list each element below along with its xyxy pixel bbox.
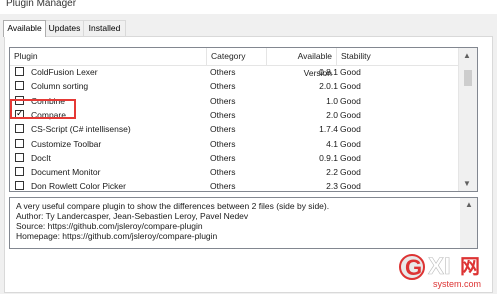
tab-installed[interactable]: Installed [83,20,126,36]
svg-text:网: 网 [460,254,480,278]
plugin-checkbox[interactable] [15,138,24,148]
arrow-up-icon[interactable]: ▲ [465,200,473,209]
description-scrollbar[interactable]: ▲ [460,198,477,248]
column-category[interactable]: Category [207,48,267,65]
plugin-checkbox[interactable] [15,124,24,134]
plugin-version: 2.2 [326,167,338,178]
plugin-stability: Good [340,181,361,192]
arrow-down-icon[interactable]: ▼ [463,179,471,188]
svg-text:system.com: system.com [433,279,481,289]
table-row[interactable]: CS-Script (C# intellisense) Others 1.7.4 Go… [10,122,458,137]
window-title: Plugin Manager [6,0,77,9]
plugin-name: DocIt [31,152,51,163]
plugin-name: Customize Toolbar [31,138,102,149]
plugin-name: CS-Script (C# intellisense) [31,124,131,135]
plugin-name: Document Monitor [31,167,101,178]
plugin-stability: Good [340,109,361,120]
highlight-box [10,99,76,119]
svg-text:XI: XI [428,253,451,280]
list-scrollbar[interactable]: ▲ ▼ [458,48,477,191]
plugin-version: 2.3 [326,181,338,192]
table-row[interactable]: Combine Others 1.0 Good [10,94,458,109]
plugin-checkbox[interactable] [15,181,24,191]
description-line: Homepage: https://github.com/jsleroy/com… [16,231,218,241]
plugin-version: 4.1 [326,138,338,149]
plugin-checkbox[interactable] [15,167,24,177]
plugin-category: Others [210,109,236,120]
plugin-category: Others [210,95,236,106]
description-line: Source: https://github.com/jsleroy/compa… [16,221,203,231]
table-row[interactable]: ✓ Compare Others 2.0 Good [10,108,458,123]
plugin-version: 1.0 [326,95,338,106]
plugin-stability: Good [340,95,361,106]
plugin-stability: Good [340,81,361,92]
scrollbar-thumb[interactable] [464,70,472,86]
description-line: A very useful compare plugin to show the… [16,201,330,211]
tab-available[interactable]: Available [3,20,46,37]
plugin-name: Column sorting [31,81,89,92]
plugin-category: Others [210,67,236,77]
table-row[interactable]: Don Rowlett Color Picker Others 2.3 Good [10,179,458,192]
plugin-list-header: Plugin Category Available Version Stabil… [10,48,458,78]
watermark-logo: G XI 网 system.com [399,253,481,289]
plugin-version: 0.8.1 [319,67,338,77]
plugin-name: ColdFusion Lexer [31,67,98,77]
plugin-category: Others [210,124,236,135]
title-bar: Plugin Manager [0,0,497,14]
column-available-version[interactable]: Available Version [267,48,337,78]
plugin-name: Don Rowlett Color Picker [31,181,126,192]
plugin-stability: Good [340,124,361,135]
plugin-category: Others [210,181,236,192]
plugin-list: Plugin Category Available Version Stabil… [9,47,478,192]
column-stability[interactable]: Stability [337,48,458,65]
plugin-stability: Good [340,67,361,77]
table-row[interactable]: ColdFusion Lexer Others 0.8.1 Good [10,65,458,80]
plugin-category: Others [210,138,236,149]
table-row[interactable]: DocIt Others 0.9.1 Good [10,151,458,166]
plugin-stability: Good [340,138,361,149]
plugin-version: 2.0.1 [319,81,338,92]
plugin-category: Others [210,167,236,178]
plugin-version: 2.0 [326,109,338,120]
tab-updates[interactable]: Updates [44,20,85,36]
column-plugin[interactable]: Plugin [10,48,207,65]
plugin-checkbox[interactable] [15,81,24,91]
plugin-checkbox[interactable] [15,152,24,162]
plugin-stability: Good [340,152,361,163]
plugin-category: Others [210,152,236,163]
table-row[interactable]: Customize Toolbar Others 4.1 Good [10,137,458,152]
plugin-version: 1.7.4 [319,124,338,135]
table-row[interactable]: Column sorting Others 2.0.1 Good [10,79,458,94]
arrow-up-icon[interactable]: ▲ [463,51,471,60]
table-row[interactable]: Document Monitor Others 2.2 Good [10,165,458,180]
description-box[interactable]: A very useful compare plugin to show the… [9,197,478,249]
plugin-stability: Good [340,167,361,178]
description-line: Author: Ty Landercasper, Jean-Sebastien … [16,211,249,221]
plugin-version: 0.9.1 [319,152,338,163]
plugin-category: Others [210,81,236,92]
plugin-checkbox[interactable] [15,67,24,76]
svg-text:G: G [405,255,422,280]
